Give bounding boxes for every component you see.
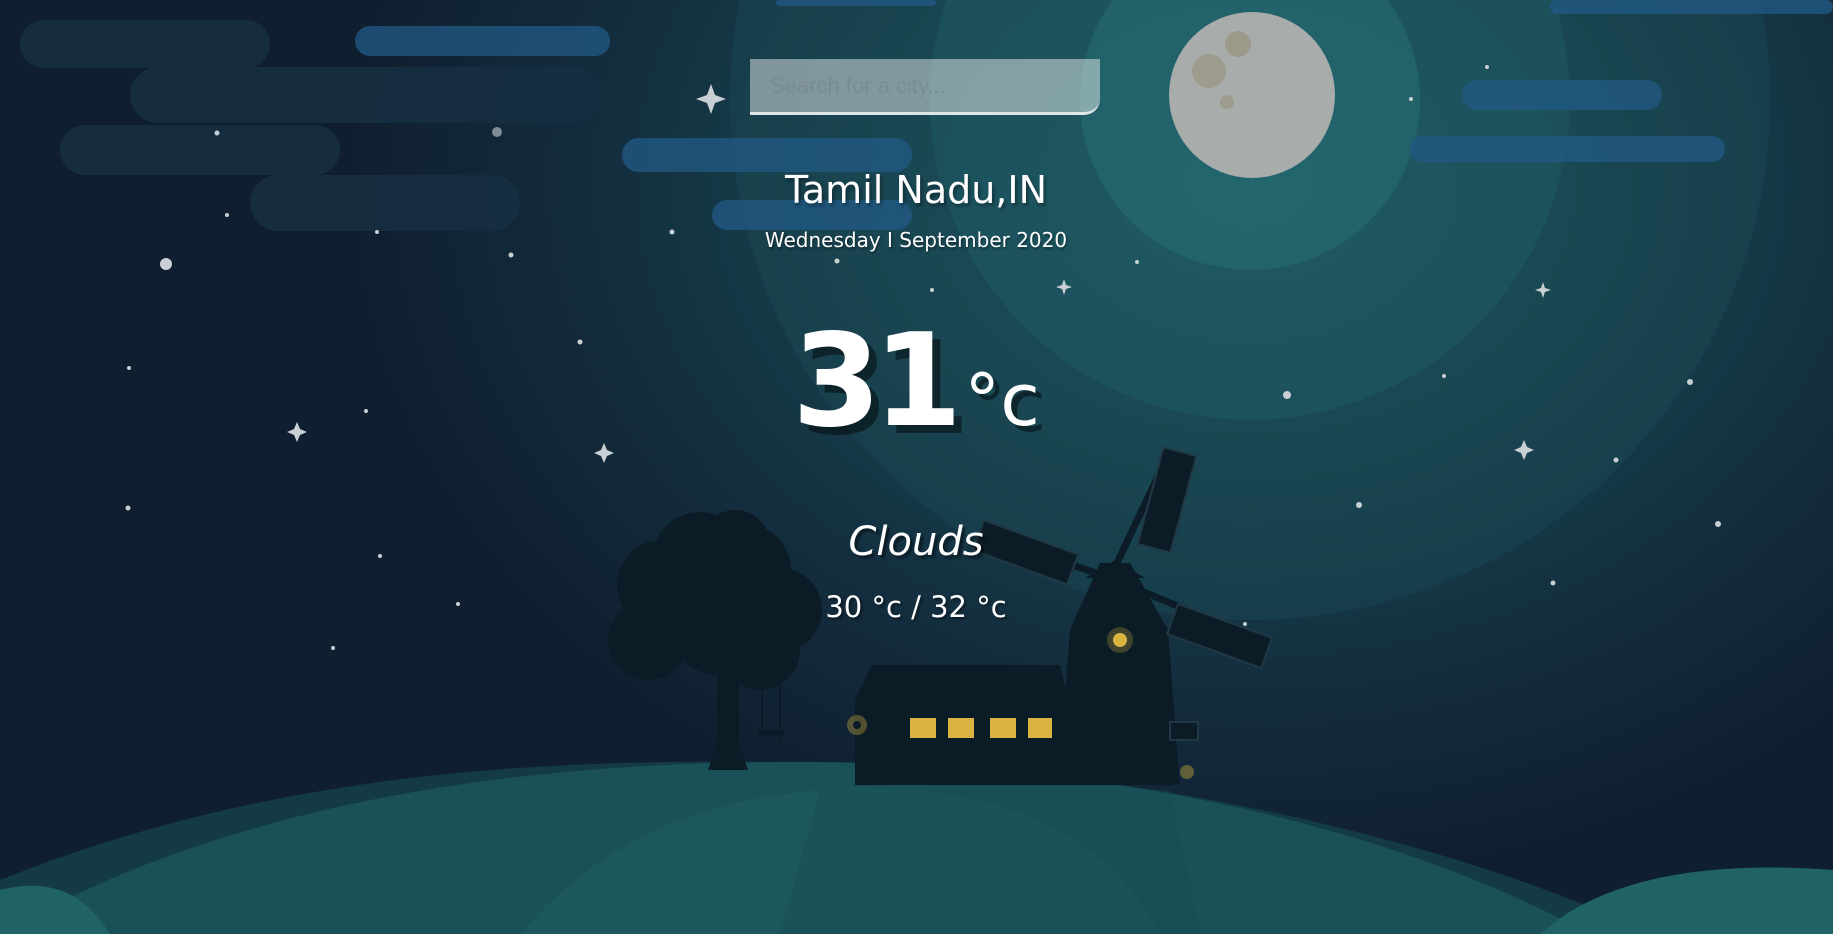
high-low-temperature: 30 °c / 32 °c xyxy=(825,590,1007,624)
night-landscape-background xyxy=(0,0,1833,934)
city-search-input[interactable] xyxy=(750,59,1100,115)
temperature-display: 31 °c xyxy=(616,318,1216,446)
temperature-value: 31 xyxy=(792,307,962,456)
hill-right xyxy=(1540,867,1833,934)
search-box xyxy=(750,59,1100,115)
house-illustration xyxy=(847,665,1068,785)
weather-app: Tamil Nadu,IN Wednesday I September 2020… xyxy=(0,0,1833,934)
moon-icon xyxy=(1169,12,1335,178)
hill-reflection xyxy=(780,790,1200,934)
temperature-unit: °c xyxy=(964,358,1040,442)
weather-condition: Clouds xyxy=(848,519,984,565)
location-title: Tamil Nadu,IN xyxy=(784,168,1048,212)
current-date: Wednesday I September 2020 xyxy=(764,228,1068,252)
